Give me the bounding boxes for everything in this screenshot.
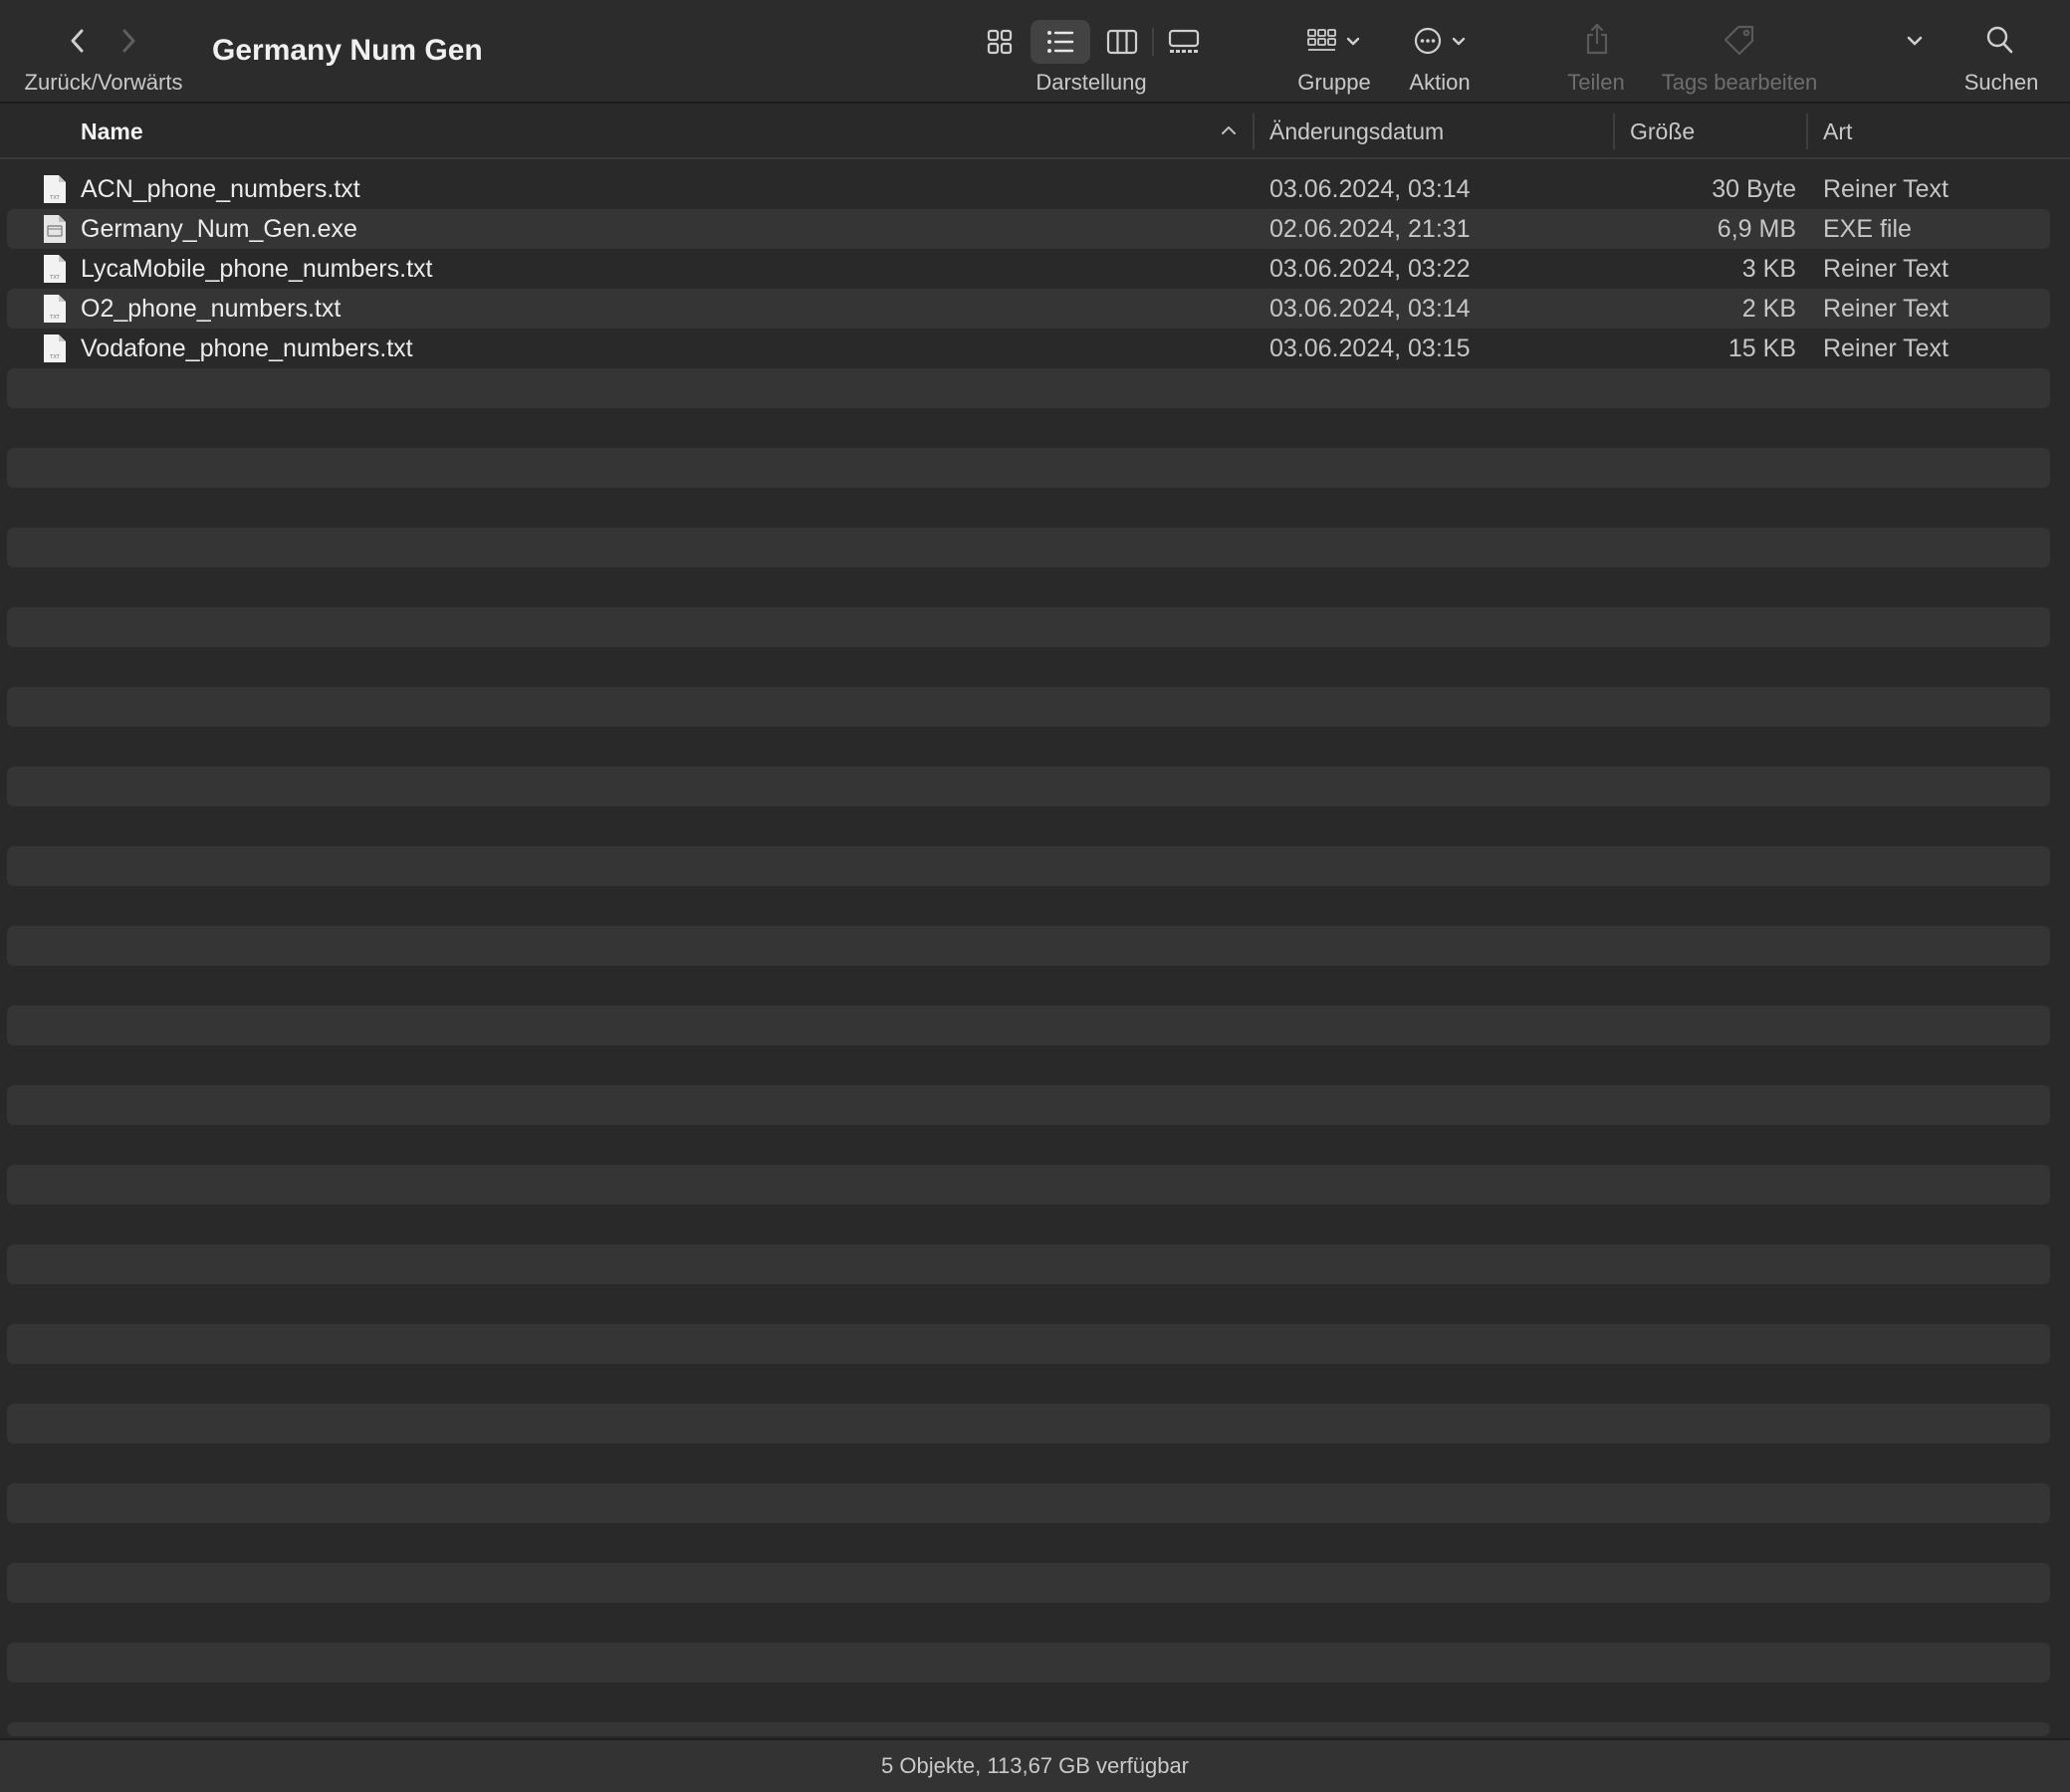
empty-row-stripe	[7, 528, 2050, 567]
grid-view-icon[interactable]	[986, 28, 1014, 56]
file-date: 03.06.2024, 03:15	[1269, 335, 1471, 362]
file-row[interactable]: TXT O2_phone_numbers.txt 03.06.2024, 03:…	[7, 289, 2050, 329]
file-date: 03.06.2024, 03:14	[1269, 175, 1471, 203]
file-kind: Reiner Text	[1823, 295, 1949, 323]
column-header: Name Änderungsdatum Größe Art	[0, 106, 2070, 159]
file-row[interactable]: TXT ACN_phone_numbers.txt 03.06.2024, 03…	[7, 169, 2050, 209]
file-size: 3 KB	[1741, 255, 1796, 283]
toolbar: Zurück/Vorwärts Germany Num Gen Darstell…	[0, 0, 2070, 104]
txt-file-icon: TXT	[43, 294, 67, 324]
column-separator[interactable]	[1253, 113, 1255, 149]
action-label: Aktion	[1409, 70, 1471, 95]
finder-window: Zurück/Vorwärts Germany Num Gen Darstell…	[0, 0, 2070, 1792]
overflow-chevron-icon[interactable]	[1904, 30, 1926, 52]
file-size: 6,9 MB	[1717, 215, 1796, 243]
column-separator[interactable]	[1613, 113, 1615, 149]
tag-icon[interactable]	[1723, 24, 1756, 56]
list-view-icon[interactable]	[1045, 28, 1075, 56]
group-icon[interactable]	[1306, 27, 1362, 57]
column-size[interactable]: Größe	[1630, 106, 1695, 157]
empty-row-stripe	[7, 1563, 2050, 1603]
svg-text:TXT: TXT	[49, 275, 60, 281]
share-icon[interactable]	[1583, 22, 1611, 56]
exe-file-icon	[43, 214, 67, 244]
file-name: Germany_Num_Gen.exe	[81, 215, 357, 243]
file-size: 15 KB	[1727, 335, 1796, 362]
tags-label: Tags bearbeiten	[1661, 70, 1818, 95]
empty-row-stripe	[7, 1006, 2050, 1045]
file-row[interactable]: TXT LycaMobile_phone_numbers.txt 03.06.2…	[7, 249, 2050, 289]
forward-chevron-icon[interactable]	[116, 26, 140, 56]
file-row[interactable]: Germany_Num_Gen.exe 02.06.2024, 21:31 6,…	[7, 209, 2050, 249]
gallery-view-icon[interactable]	[1167, 28, 1201, 56]
svg-text:TXT: TXT	[49, 315, 60, 321]
share-label: Teilen	[1567, 70, 1625, 95]
search-icon[interactable]	[1985, 24, 2015, 56]
empty-row-stripe	[7, 607, 2050, 647]
file-name: LycaMobile_phone_numbers.txt	[81, 255, 433, 283]
svg-text:TXT: TXT	[49, 354, 60, 360]
column-kind[interactable]: Art	[1823, 106, 1852, 157]
empty-row-stripe	[7, 368, 2050, 408]
file-name: O2_phone_numbers.txt	[81, 295, 342, 323]
file-size: 30 Byte	[1712, 175, 1796, 203]
file-kind: Reiner Text	[1823, 255, 1949, 283]
txt-file-icon: TXT	[43, 334, 67, 363]
column-separator[interactable]	[1806, 113, 1808, 149]
file-date: 02.06.2024, 21:31	[1269, 215, 1471, 243]
file-date: 03.06.2024, 03:14	[1269, 295, 1471, 323]
file-kind: EXE file	[1823, 215, 1912, 243]
empty-row-stripe	[7, 926, 2050, 966]
file-size: 2 KB	[1741, 295, 1796, 323]
search-label: Suchen	[1963, 70, 2039, 95]
empty-row-stripe	[7, 687, 2050, 727]
empty-row-stripe	[7, 448, 2050, 488]
status-text: 5 Objekte, 113,67 GB verfügbar	[881, 1753, 1189, 1778]
empty-row-stripe	[7, 1404, 2050, 1444]
nav-label: Zurück/Vorwärts	[24, 70, 183, 95]
file-name: ACN_phone_numbers.txt	[81, 175, 360, 203]
column-date[interactable]: Änderungsdatum	[1269, 106, 1444, 157]
file-row[interactable]: TXT Vodafone_phone_numbers.txt 03.06.202…	[7, 329, 2050, 368]
empty-row-stripe	[7, 1165, 2050, 1205]
back-chevron-icon[interactable]	[66, 26, 90, 56]
file-name: Vodafone_phone_numbers.txt	[81, 335, 413, 362]
empty-row-stripe	[7, 1722, 2050, 1736]
file-date: 03.06.2024, 03:22	[1269, 255, 1471, 283]
column-name[interactable]: Name	[81, 106, 143, 157]
view-divider	[1152, 28, 1154, 56]
window-title: Germany Num Gen	[212, 34, 483, 67]
txt-file-icon: TXT	[43, 174, 67, 204]
file-kind: Reiner Text	[1823, 175, 1949, 203]
svg-text:TXT: TXT	[49, 195, 60, 201]
empty-row-stripe	[7, 767, 2050, 806]
action-ellipsis-icon[interactable]	[1412, 26, 1474, 58]
empty-row-stripe	[7, 1244, 2050, 1284]
view-label: Darstellung	[1035, 70, 1147, 95]
column-view-icon[interactable]	[1106, 28, 1138, 56]
file-kind: Reiner Text	[1823, 335, 1949, 362]
empty-row-stripe	[7, 1085, 2050, 1125]
txt-file-icon: TXT	[43, 254, 67, 284]
empty-row-stripe	[7, 1483, 2050, 1523]
status-bar: 5 Objekte, 113,67 GB verfügbar	[0, 1738, 2070, 1792]
sort-ascending-icon[interactable]	[1220, 121, 1238, 139]
empty-row-stripe	[7, 846, 2050, 886]
empty-row-stripe	[7, 1643, 2050, 1682]
empty-row-stripe	[7, 1324, 2050, 1364]
group-label: Gruppe	[1297, 70, 1371, 95]
